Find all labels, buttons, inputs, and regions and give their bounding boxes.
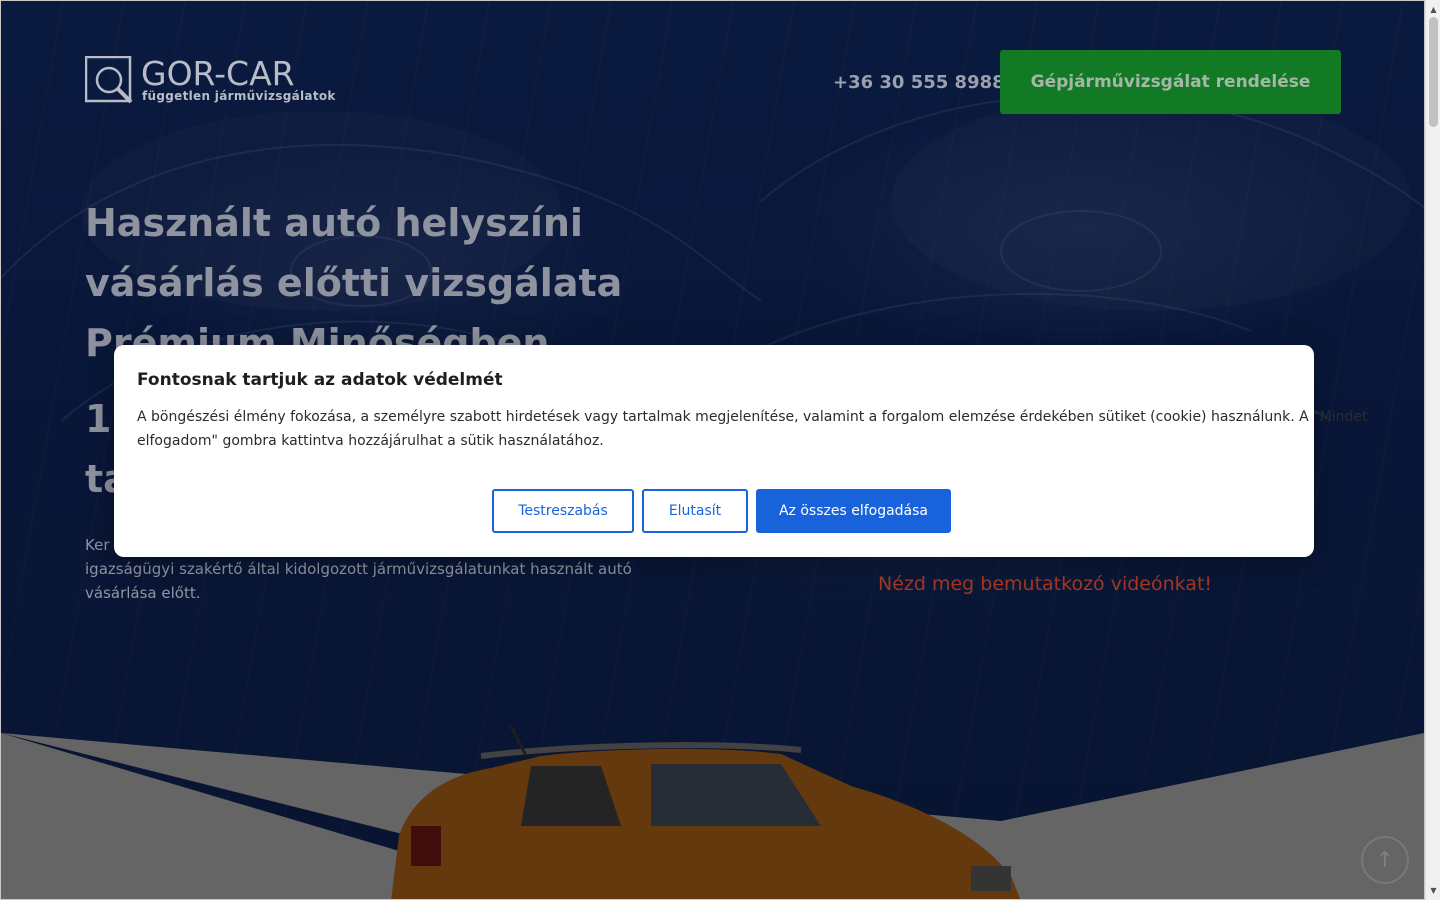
cookie-modal-title: Fontosnak tartjuk az adatok védelmét bbox=[137, 370, 503, 390]
reject-button[interactable]: Elutasít bbox=[642, 489, 748, 533]
intro-video-link[interactable]: Nézd meg bemutatkozó videónkat! bbox=[878, 573, 1212, 595]
scroll-to-top-button[interactable]: ↑ bbox=[1361, 836, 1409, 884]
page: GOR-CAR független járművizsgálatok +36 3… bbox=[1, 1, 1424, 899]
hero-description-line: igazságügyi szakértő által kidolgozott j… bbox=[85, 560, 632, 578]
logo-magnifier-icon bbox=[85, 56, 133, 104]
hero-title-line: Használt autó helyszíni bbox=[85, 201, 583, 245]
scrollbar-thumb[interactable] bbox=[1429, 17, 1438, 127]
accept-all-button[interactable]: Az összes elfogadása bbox=[756, 489, 951, 533]
cookie-modal-text: A böngészési élmény fokozása, a személyr… bbox=[137, 405, 1368, 453]
logo[interactable]: GOR-CAR független járművizsgálatok bbox=[85, 54, 335, 108]
logo-title: GOR-CAR bbox=[141, 54, 295, 93]
scroll-up-arrow-icon[interactable]: ▲ bbox=[1426, 2, 1440, 17]
hero-description-line: vásárlása előtt. bbox=[85, 584, 201, 602]
cookie-modal-text-line: elfogadom" gombra kattintva hozzájárulha… bbox=[137, 433, 604, 449]
customize-button[interactable]: Testreszabás bbox=[492, 489, 634, 533]
hero-title-line: vásárlás előtti vizsgálata bbox=[85, 261, 623, 305]
scroll-down-arrow-icon[interactable]: ▼ bbox=[1426, 883, 1440, 898]
order-inspection-button[interactable]: Gépjárművizsgálat rendelése bbox=[1000, 50, 1341, 114]
cookie-consent-modal: Fontosnak tartjuk az adatok védelmét A b… bbox=[114, 345, 1368, 557]
page-scrollbar[interactable]: ▲ ▼ bbox=[1425, 0, 1440, 900]
logo-subtitle: független járművizsgálatok bbox=[142, 89, 336, 103]
phone-link[interactable]: +36 30 555 8988 bbox=[833, 72, 1005, 93]
cookie-modal-text-line: A böngészési élmény fokozása, a személyr… bbox=[137, 409, 1368, 425]
arrow-up-icon: ↑ bbox=[1375, 847, 1395, 873]
